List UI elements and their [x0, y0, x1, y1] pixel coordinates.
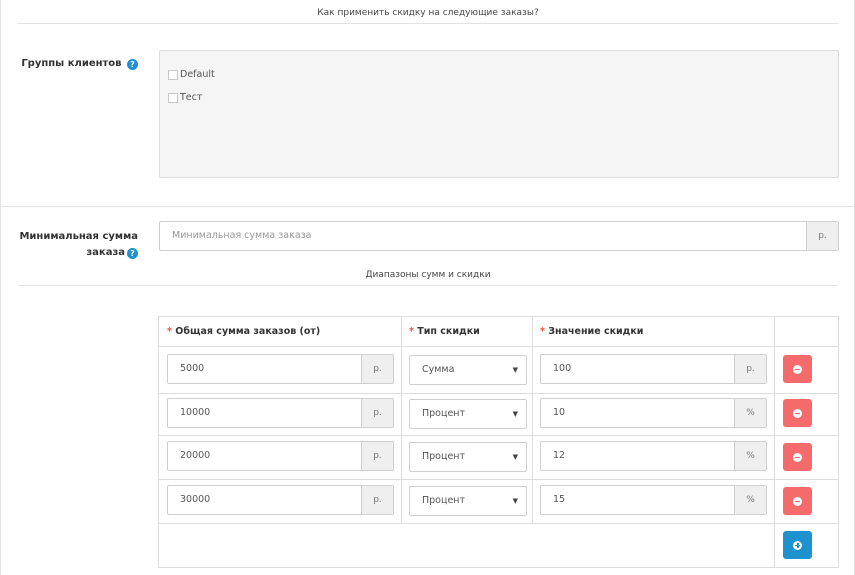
discount-value-input-group: 12 % [540, 441, 767, 471]
caret-down-icon: ▼ [512, 410, 518, 418]
min-sum-input-group: Минимальная сумма заказа р. [159, 221, 839, 251]
discount-type-select[interactable]: Процент ▼ [409, 399, 527, 429]
remove-row-button[interactable] [783, 399, 812, 427]
discount-type-select[interactable]: Процент ▼ [409, 442, 527, 472]
discount-type-select[interactable]: Сумма ▼ [409, 355, 527, 385]
minus-circle-icon [793, 452, 802, 462]
column-divider [774, 317, 775, 567]
min-sum-label-line2: заказа [86, 247, 125, 258]
total-sum-input[interactable]: 30000 [168, 486, 361, 514]
checkbox[interactable] [168, 69, 178, 80]
checkbox[interactable] [168, 92, 178, 103]
total-sum-input-group: 20000 р. [167, 441, 394, 471]
discount-value-input[interactable]: 12 [541, 442, 734, 470]
min-sum-label-line1: Минимальная сумма [19, 231, 138, 242]
minus-circle-icon [793, 496, 802, 506]
customer-groups-well: Default Тест [159, 50, 839, 178]
column-divider [401, 317, 402, 523]
min-sum-input[interactable]: Минимальная сумма заказа [160, 222, 806, 250]
caret-down-icon: ▼ [512, 497, 518, 505]
legend-apply-discount: Как применить скидку на следующие заказы… [18, 8, 838, 24]
total-sum-input-group: 5000 р. [167, 354, 394, 384]
legend-ranges: Диапазоны сумм и скидки [18, 270, 838, 286]
column-divider [532, 317, 533, 523]
discount-type-select[interactable]: Процент ▼ [409, 486, 527, 516]
customer-group-test[interactable]: Тест [168, 92, 202, 103]
header-discount-type: * Тип скидки [401, 317, 532, 347]
section-divider [0, 206, 855, 207]
unit-addon: % [734, 442, 766, 470]
discount-value-input-group: 15 % [540, 485, 767, 515]
header-total-sum: * Общая сумма заказов (от) [159, 317, 401, 347]
discount-value-input[interactable]: 15 [541, 486, 734, 514]
currency-addon: р. [806, 222, 838, 250]
currency-addon: р. [361, 355, 393, 383]
total-sum-input[interactable]: 5000 [168, 355, 361, 383]
minus-circle-icon [793, 364, 802, 374]
total-sum-input[interactable]: 10000 [168, 399, 361, 427]
customer-group-label: Default [180, 69, 215, 80]
discount-ranges-table: * Общая сумма заказов (от) * Тип скидки … [158, 316, 839, 568]
unit-addon: % [734, 399, 766, 427]
min-sum-label: Минимальная сумма заказа? [10, 229, 138, 261]
remove-row-button[interactable] [783, 487, 812, 515]
remove-row-button[interactable] [783, 443, 812, 471]
total-sum-input-group: 30000 р. [167, 485, 394, 515]
header-actions [774, 317, 838, 347]
currency-addon: р. [361, 442, 393, 470]
discount-value-input-group: 100 р. [540, 354, 767, 384]
customer-groups-label: Группы клиентов ? [20, 58, 138, 70]
header-discount-value: * Значение скидки [532, 317, 774, 347]
help-question-icon[interactable]: ? [127, 248, 138, 259]
discount-value-input[interactable]: 100 [541, 355, 734, 383]
row-divider [159, 479, 838, 480]
minus-circle-icon [793, 408, 802, 418]
left-border [0, 0, 1, 575]
total-sum-input[interactable]: 20000 [168, 442, 361, 470]
customer-group-default[interactable]: Default [168, 69, 215, 80]
currency-addon: р. [361, 399, 393, 427]
customer-group-label: Тест [180, 92, 203, 103]
discount-value-input-group: 10 % [540, 398, 767, 428]
row-divider [159, 435, 838, 436]
caret-down-icon: ▼ [512, 366, 518, 374]
help-question-icon[interactable]: ? [127, 59, 138, 70]
total-sum-input-group: 10000 р. [167, 398, 394, 428]
plus-circle-icon [793, 540, 802, 550]
discount-value-input[interactable]: 10 [541, 399, 734, 427]
unit-addon: % [734, 486, 766, 514]
currency-addon: р. [361, 486, 393, 514]
caret-down-icon: ▼ [512, 453, 518, 461]
row-divider [159, 523, 838, 524]
add-row-button[interactable] [783, 531, 812, 559]
customer-groups-label-text: Группы клиентов [21, 58, 122, 69]
row-divider [159, 393, 838, 394]
remove-row-button[interactable] [783, 355, 812, 383]
unit-addon: р. [734, 355, 766, 383]
